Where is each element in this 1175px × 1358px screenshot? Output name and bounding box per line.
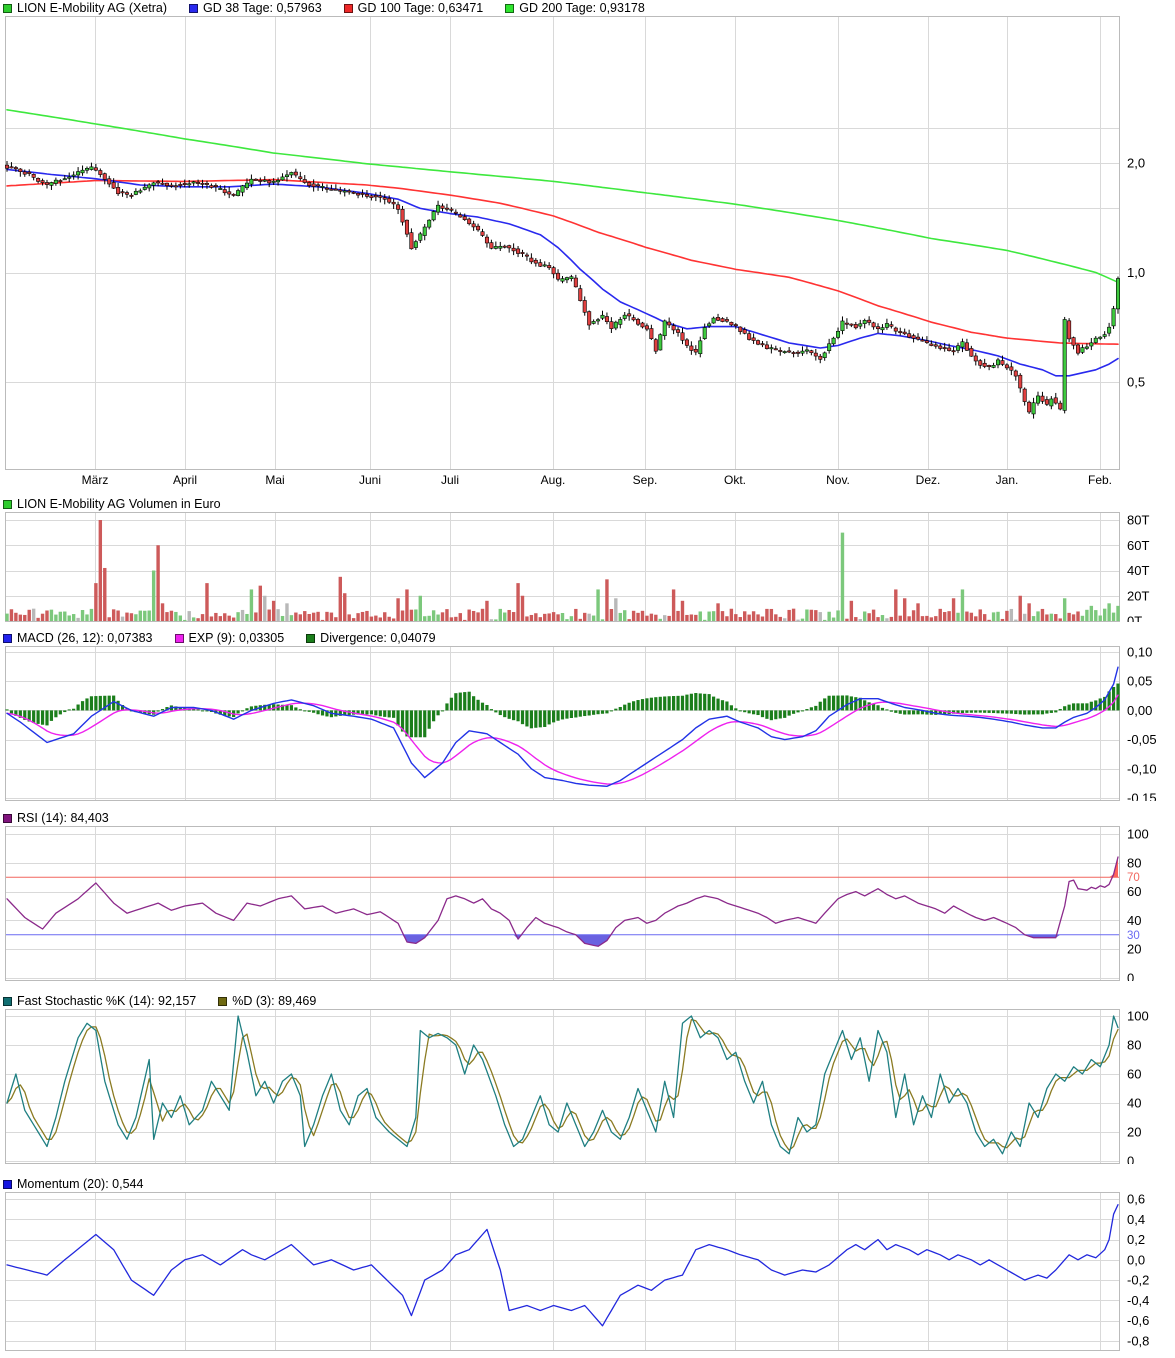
svg-text:-0,4: -0,4	[1127, 1293, 1149, 1308]
month-label: Sep.	[632, 473, 658, 487]
svg-text:0: 0	[1127, 971, 1134, 982]
macd-signal-value: EXP (9): 0,03305	[188, 631, 285, 645]
svg-text:0,6: 0,6	[1127, 1192, 1145, 1207]
momentum-chart[interactable]: 0,6 0,4 0,2 0,0 -0,2 -0,4 -0,6 -0,8	[0, 1192, 1175, 1351]
svg-text:-0,15: -0,15	[1127, 791, 1157, 802]
rsi-chart[interactable]: 100 80 60 40 20 0 70 30	[0, 826, 1175, 981]
svg-text:0,5: 0,5	[1127, 375, 1145, 390]
momentum-value: Momentum (20): 0,544	[17, 1177, 144, 1191]
svg-text:-0,6: -0,6	[1127, 1313, 1149, 1328]
rsi-value: RSI (14): 84,403	[17, 811, 109, 825]
svg-text:-0,10: -0,10	[1127, 761, 1157, 776]
series-swatch-icon	[3, 633, 12, 643]
macd-value: MACD (26, 12): 0,07383	[17, 631, 153, 645]
month-label: Nov.	[826, 473, 850, 487]
svg-text:60: 60	[1127, 1067, 1141, 1082]
gd100-value: GD 100 Tage: 0,63471	[357, 1, 484, 15]
legend-item: EXP (9): 0,03305	[174, 631, 285, 645]
svg-text:100: 100	[1127, 1009, 1149, 1024]
month-label: Jan.	[995, 473, 1019, 487]
series-swatch-icon	[189, 3, 199, 13]
series-swatch-icon	[3, 1179, 12, 1189]
svg-text:0,10: 0,10	[1127, 646, 1152, 660]
chart-title: LION E-Mobility AG (Xetra)	[17, 1, 168, 15]
svg-text:20: 20	[1127, 1125, 1141, 1140]
x-axis-month-labels: März April Mai Juni Juli Aug. Sep. Okt. Nov. Dez.…	[0, 470, 1175, 494]
legend-item: GD 38 Tage: 0,57963	[189, 1, 322, 15]
month-label: Feb.	[1087, 473, 1113, 487]
svg-text:40: 40	[1127, 1096, 1141, 1111]
svg-text:-0,2: -0,2	[1127, 1273, 1149, 1288]
svg-text:0,4: 0,4	[1127, 1212, 1145, 1227]
stock-analysis-page: LION E-Mobility AG (Xetra) GD 38 Tage: 0…	[0, 0, 1175, 1351]
legend-item: Fast Stochastic %K (14): 92,157	[3, 994, 196, 1008]
svg-text:20T: 20T	[1127, 588, 1149, 603]
month-label: Juli	[440, 473, 460, 487]
stochastic-d-value: %D (3): 89,469	[232, 994, 317, 1008]
svg-text:40: 40	[1127, 913, 1141, 928]
volume-title: LION E-Mobility AG Volumen in Euro	[17, 497, 221, 511]
series-swatch-icon	[3, 813, 12, 823]
series-swatch-icon	[505, 3, 515, 13]
legend-item: GD 100 Tage: 0,63471	[343, 1, 484, 15]
svg-text:20: 20	[1127, 942, 1141, 957]
month-label: März	[81, 473, 109, 487]
legend-item: LION E-Mobility AG Volumen in Euro	[3, 497, 221, 511]
svg-text:0,0: 0,0	[1127, 1252, 1145, 1267]
stochastic-k-value: Fast Stochastic %K (14): 92,157	[17, 994, 197, 1008]
svg-text:0,00: 0,00	[1127, 703, 1152, 718]
gd38-value: GD 38 Tage: 0,57963	[203, 1, 322, 15]
legend-item: MACD (26, 12): 0,07383	[3, 631, 153, 645]
svg-text:2,0: 2,0	[1127, 156, 1145, 171]
svg-text:40T: 40T	[1127, 563, 1149, 578]
svg-text:-0,05: -0,05	[1127, 732, 1157, 747]
series-swatch-icon	[3, 996, 12, 1006]
svg-text:-0,8: -0,8	[1127, 1333, 1149, 1348]
macd-legend: MACD (26, 12): 0,07383 EXP (9): 0,03305 …	[0, 630, 1175, 646]
price-candlestick-chart[interactable]: 2,0 1,0 0,5	[0, 16, 1175, 470]
svg-text:1,0: 1,0	[1127, 265, 1145, 280]
svg-text:0,2: 0,2	[1127, 1232, 1145, 1247]
month-label: Mai	[265, 473, 285, 487]
series-swatch-icon	[3, 499, 12, 509]
momentum-legend: Momentum (20): 0,544	[0, 1176, 1175, 1192]
month-label: Dez.	[915, 473, 941, 487]
svg-text:60T: 60T	[1127, 538, 1149, 553]
legend-item: GD 200 Tage: 0,93178	[505, 1, 645, 15]
svg-text:0: 0	[1127, 1154, 1134, 1165]
month-label: Okt.	[723, 473, 747, 487]
month-label: Aug.	[540, 473, 566, 487]
month-label: Juni	[358, 473, 382, 487]
rsi-legend: RSI (14): 84,403	[0, 810, 1175, 826]
macd-divergence-value: Divergence: 0,04079	[320, 631, 436, 645]
macd-chart[interactable]: 0,10 0,05 0,00 -0,05 -0,10 -0,15	[0, 646, 1175, 801]
svg-text:30: 30	[1127, 930, 1140, 942]
gd200-value: GD 200 Tage: 0,93178	[519, 1, 645, 15]
svg-text:0T: 0T	[1127, 614, 1142, 623]
volume-bar-chart[interactable]: 80T 60T 40T 20T 0T	[0, 512, 1175, 622]
series-swatch-icon	[343, 3, 353, 13]
price-legend: LION E-Mobility AG (Xetra) GD 38 Tage: 0…	[0, 0, 1175, 16]
legend-item: Momentum (20): 0,544	[3, 1177, 143, 1191]
svg-text:70: 70	[1127, 872, 1140, 884]
svg-text:0,05: 0,05	[1127, 674, 1152, 689]
svg-text:60: 60	[1127, 884, 1141, 899]
series-swatch-icon	[3, 3, 12, 13]
volume-legend: LION E-Mobility AG Volumen in Euro	[0, 494, 1175, 512]
legend-item: LION E-Mobility AG (Xetra)	[3, 1, 167, 15]
svg-text:100: 100	[1127, 827, 1149, 842]
legend-item: Divergence: 0,04079	[306, 631, 436, 645]
svg-text:80T: 80T	[1127, 513, 1149, 528]
legend-item: RSI (14): 84,403	[3, 811, 109, 825]
svg-text:80: 80	[1127, 855, 1141, 870]
series-swatch-icon	[174, 633, 184, 643]
series-swatch-icon	[306, 633, 316, 643]
series-swatch-icon	[218, 996, 228, 1006]
stochastic-chart[interactable]: 100 80 60 40 20 0	[0, 1009, 1175, 1164]
svg-text:80: 80	[1127, 1038, 1141, 1053]
month-label: April	[172, 473, 198, 487]
legend-item: %D (3): 89,469	[218, 994, 316, 1008]
stochastic-legend: Fast Stochastic %K (14): 92,157 %D (3): …	[0, 993, 1175, 1009]
